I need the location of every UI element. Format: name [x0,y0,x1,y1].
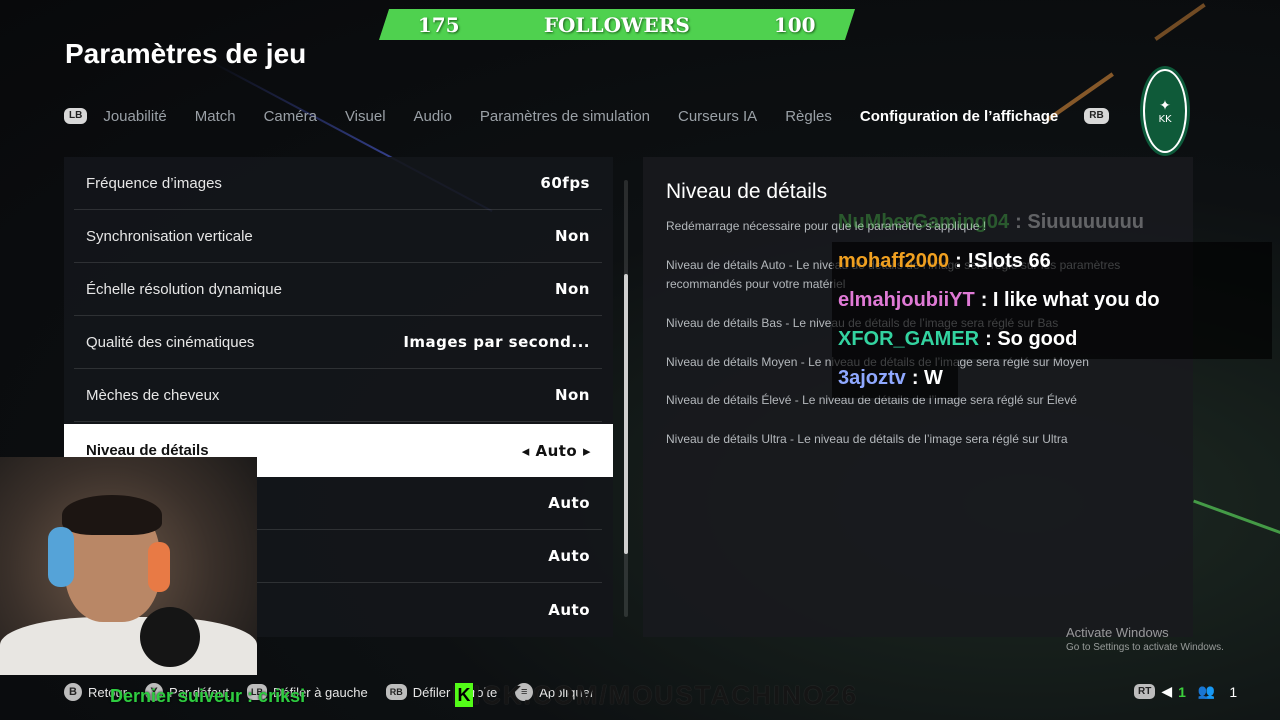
stream-chat-overlay: NuMberGaming04: Siuuuuuuuu mohaff2000: !… [832,203,1272,398]
streamer-webcam [0,457,257,675]
tab-visuel[interactable]: Visuel [345,108,386,125]
chat-message: XFOR_GAMER: So good [832,320,1272,359]
background-green-streak [1193,499,1280,544]
watermark-line2: Go to Settings to activate Windows. [1066,642,1224,653]
setting-value: Auto [548,600,590,619]
chat-message: mohaff2000: !Slots 66 [832,242,1272,281]
tab-match[interactable]: Match [195,108,236,125]
setting-row-hair-strands[interactable]: Mèches de cheveux Non [74,369,602,422]
setting-value: Images par second... [403,333,590,351]
players-icon: 👥 [1197,683,1216,699]
chat-text: : !Slots 66 [955,250,1051,272]
setting-value: Auto [548,494,590,512]
tab-regles[interactable]: Règles [785,108,832,125]
chat-message: elmahjoubiiYT: I like what you do [832,281,1272,320]
kick-logo-icon: K [455,683,473,707]
windows-activation-watermark: Activate Windows Go to Settings to activ… [1066,625,1224,653]
setting-row-vsync[interactable]: Synchronisation verticale Non [74,210,602,263]
lb-button-hint[interactable]: LB [64,108,88,124]
tab-jouabilite[interactable]: Jouabilité [103,108,166,125]
chat-text: : I like what you do [980,289,1160,311]
club-crest-icon: ✦ KK [1145,71,1185,151]
tab-audio[interactable]: Audio [414,108,452,125]
rb-button-icon: RB [385,684,407,700]
tab-camera[interactable]: Caméra [264,108,317,125]
chat-message: NuMberGaming04: Siuuuuuuuu [832,203,1272,242]
chat-message: 3ajoztv: W [832,359,958,398]
setting-value-selector[interactable]: ◂ Auto ▸ [522,442,591,460]
scrollbar-thumb[interactable] [624,274,628,554]
chat-text: : Siuuuuuuuu [1015,211,1145,233]
setting-value: Auto [535,441,578,460]
chat-username: 3ajoztv [838,367,906,389]
setting-row-dynamic-resolution[interactable]: Échelle résolution dynamique Non [74,263,602,316]
headphone-icon [48,527,74,587]
chat-text: : W [911,367,943,389]
follower-target: 100 [774,12,816,37]
club-badge: ✦ KK [1140,66,1190,156]
setting-label: Qualité des cinématiques [86,333,255,351]
tab-configuration-affichage[interactable]: Configuration de l’affichage [860,108,1058,125]
setting-value: Non [554,386,590,404]
description-line: Niveau de détails Ultra - Le niveau de d… [666,432,1068,446]
follower-goal-bar: 175 FOLLOWERS 100 [378,9,856,40]
settings-tabs: LB Jouabilité Match Caméra Visuel Audio … [64,104,1109,128]
setting-row-cinematics-quality[interactable]: Qualité des cinématiques Images par seco… [74,316,602,369]
arrow-right-icon[interactable]: ▸ [583,442,591,460]
club-badge-text: KK [1158,113,1172,125]
headphone-icon [148,542,170,592]
chat-username: elmahjoubiiYT [838,289,975,311]
chat-username: NuMberGaming04 [838,211,1010,233]
setting-label: Fréquence d’images [86,174,222,192]
tab-curseurs-ia[interactable]: Curseurs IA [678,108,757,125]
page-title: Paramètres de jeu [65,38,307,69]
setting-value: Non [554,280,590,298]
kick-url-text: KICK.COM/MOUSTACHINO26 [452,680,859,710]
speaker-icon: ◀ [1161,683,1173,699]
players-count: 1 [1229,683,1238,700]
chat-username: mohaff2000 [838,250,950,272]
b-button-icon: B [64,683,82,701]
follower-current: 175 [418,12,460,37]
status-indicators: RT ◀ 1 👥 1 [1134,683,1237,700]
chat-text: : So good [985,328,1078,350]
chat-username: XFOR_GAMER [838,328,980,350]
description-title: Niveau de détails [666,180,828,203]
setting-value: Auto [548,547,590,565]
rb-button-hint[interactable]: RB [1084,108,1109,124]
setting-value: 60fps [540,174,590,192]
last-follower-text: Dernier suiveur : criksi [110,686,306,706]
rt-button-icon: RT [1134,684,1156,699]
setting-value: Non [554,227,590,245]
microphone-icon [140,607,200,667]
setting-row-frame-rate[interactable]: Fréquence d’images 60fps [74,157,602,210]
arrow-left-icon[interactable]: ◂ [522,442,530,460]
setting-label: Synchronisation verticale [86,227,253,245]
webcam-shirt [0,617,257,675]
webcam-hair [62,495,162,535]
background-orange-light [1154,3,1206,41]
setting-label: Échelle résolution dynamique [86,280,282,298]
voice-count: 1 [1178,683,1186,700]
tab-parametres-simulation[interactable]: Paramètres de simulation [480,108,650,125]
follower-label: FOLLOWERS [544,12,690,37]
setting-label: Mèches de cheveux [86,386,220,404]
watermark-line1: Activate Windows [1066,625,1169,640]
